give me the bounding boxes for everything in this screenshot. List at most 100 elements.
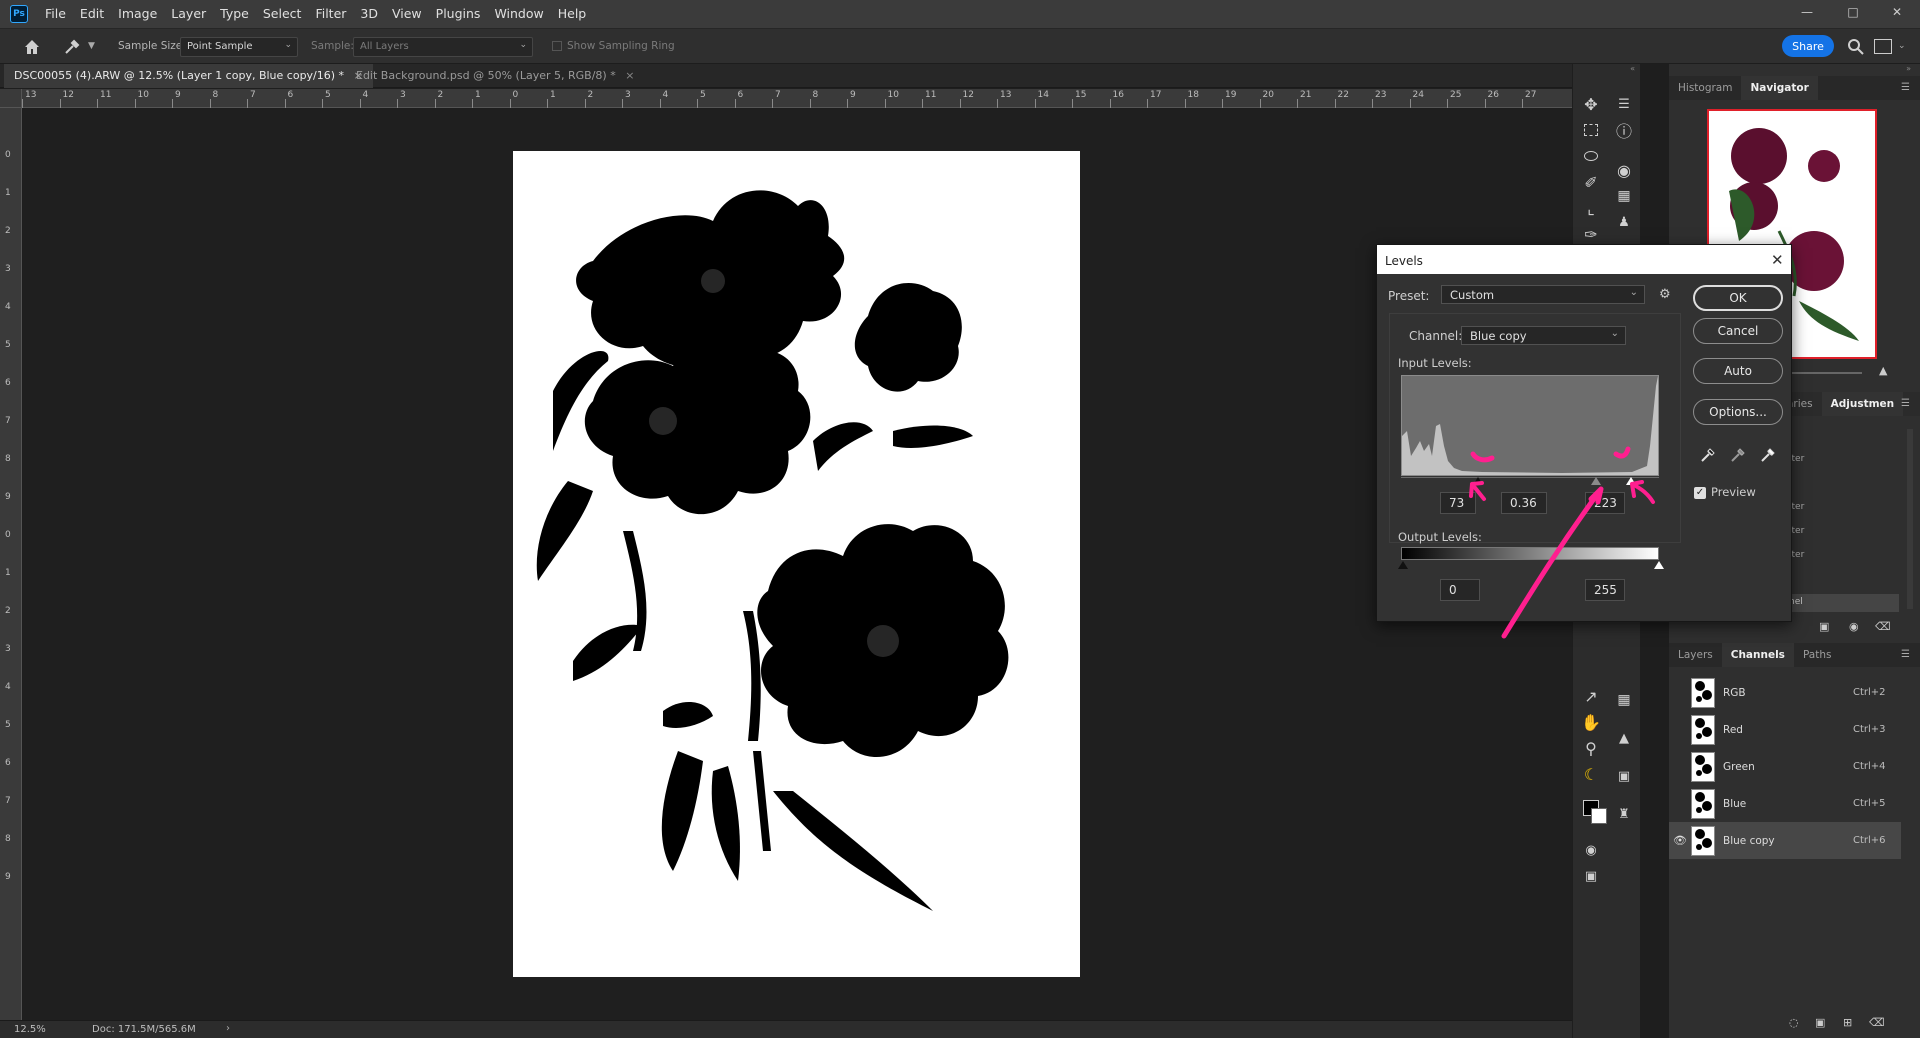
- expand-panels-icon[interactable]: »: [1669, 64, 1920, 74]
- properties-icon[interactable]: ♟: [1611, 210, 1637, 234]
- brush-icon[interactable]: ▲: [1611, 726, 1637, 750]
- channel-shortcut: Ctrl+3: [1853, 724, 1886, 735]
- sampling-ring-checkbox[interactable]: [552, 41, 562, 51]
- ruler-number: 7: [775, 90, 781, 100]
- crop-icon[interactable]: ⌞: [1578, 196, 1604, 220]
- background-color-swatch[interactable]: [1591, 808, 1607, 824]
- annotation-stroke: [1613, 446, 1631, 459]
- ruler-number: 8: [5, 454, 11, 464]
- close-window-icon[interactable]: ✕: [1880, 0, 1914, 24]
- eye-icon[interactable]: 👁: [1669, 834, 1691, 847]
- sample-size-select[interactable]: Point Sample ⌄: [180, 37, 298, 57]
- panel-menu-icon[interactable]: ☰: [1901, 398, 1910, 409]
- tool-preset-chevron-icon[interactable]: ▼: [88, 41, 95, 51]
- share-button[interactable]: Share: [1782, 35, 1834, 57]
- document-info: Doc: 171.5M/565.6M: [92, 1024, 196, 1035]
- channel-row[interactable]: Red Ctrl+3: [1669, 711, 1901, 748]
- ruler-number: 2: [437, 90, 444, 100]
- ruler-tick: [1409, 99, 1411, 108]
- ruler-number: 2: [587, 90, 594, 100]
- camera-icon[interactable]: ◉: [1849, 620, 1859, 633]
- ruler-number: 0: [5, 150, 11, 160]
- menu-item-file[interactable]: File: [38, 0, 73, 28]
- chevron-down-icon: ⌄: [519, 40, 527, 50]
- ruler-number: 4: [5, 302, 11, 312]
- ruler-number: 0: [5, 530, 11, 540]
- menu-item-plugins[interactable]: Plugins: [429, 0, 488, 28]
- channel-row[interactable]: 👁 Blue copy Ctrl+6: [1669, 822, 1901, 859]
- channel-row[interactable]: Blue Ctrl+5: [1669, 785, 1901, 822]
- zoom-level[interactable]: 12.5%: [14, 1024, 46, 1035]
- color-icon[interactable]: ◉: [1611, 158, 1637, 182]
- load-selection-icon[interactable]: ◌: [1789, 1016, 1799, 1029]
- hand-icon[interactable]: ✋: [1578, 710, 1604, 734]
- menu-item-image[interactable]: Image: [111, 0, 164, 28]
- marquee-icon[interactable]: [1578, 118, 1604, 142]
- ruler-number: 3: [5, 264, 11, 274]
- quick-select-icon[interactable]: ✐: [1578, 170, 1604, 194]
- menu-item-select[interactable]: Select: [256, 0, 309, 28]
- adjustments-scrollbar[interactable]: [1907, 429, 1913, 609]
- menu-item-3d[interactable]: 3D: [353, 0, 385, 28]
- menu-item-filter[interactable]: Filter: [308, 0, 353, 28]
- close-tab-icon[interactable]: ×: [625, 69, 634, 82]
- panel-menu-icon[interactable]: ☰: [1901, 82, 1910, 93]
- ruler-origin[interactable]: [0, 89, 22, 108]
- ruler-number: 4: [362, 90, 369, 100]
- info-icon[interactable]: ⓘ: [1611, 118, 1637, 142]
- tab-navigator[interactable]: Navigator: [1741, 76, 1818, 100]
- save-selection-icon[interactable]: ▣: [1815, 1016, 1825, 1029]
- channel-row[interactable]: Green Ctrl+4: [1669, 748, 1901, 785]
- ruler-tick: [209, 99, 211, 108]
- minimize-icon[interactable]: —: [1790, 0, 1824, 24]
- trash-icon[interactable]: ⌫: [1875, 620, 1891, 633]
- sample-value: All Layers: [360, 41, 409, 52]
- panel-menu-icon[interactable]: ☰: [1901, 649, 1910, 660]
- menu-item-type[interactable]: Type: [213, 0, 256, 28]
- home-icon[interactable]: [22, 37, 42, 57]
- menu-item-layer[interactable]: Layer: [164, 0, 213, 28]
- status-expand-icon[interactable]: ›: [226, 1023, 230, 1034]
- new-library-icon[interactable]: ▣: [1819, 620, 1829, 633]
- search-icon[interactable]: [1846, 37, 1866, 57]
- menu-item-help[interactable]: Help: [551, 0, 594, 28]
- move-icon[interactable]: ✥: [1578, 92, 1604, 116]
- grid-icon[interactable]: ▦: [1611, 688, 1637, 712]
- flower-artwork: [536, 190, 1009, 911]
- ruler-tick: [697, 99, 698, 108]
- workspace-chevron-icon[interactable]: ⌄: [1898, 41, 1906, 51]
- adjustments-icon[interactable]: ☰: [1611, 92, 1637, 116]
- tab-document-active[interactable]: DSC00055 (4).ARW @ 12.5% (Layer 1 copy, …: [4, 64, 373, 88]
- lasso-icon[interactable]: [1578, 144, 1604, 168]
- eyedropper-icon[interactable]: [62, 37, 82, 57]
- collapse-panels-icon[interactable]: «: [1573, 64, 1641, 74]
- banana-icon[interactable]: ☾: [1578, 762, 1604, 786]
- zoom-icon[interactable]: ⚲: [1578, 736, 1604, 760]
- document-canvas[interactable]: [513, 151, 1080, 977]
- screen-mode-icon[interactable]: ▣: [1578, 864, 1604, 888]
- workspace-icon[interactable]: [1874, 39, 1892, 54]
- vertical-ruler: 0 1 2 3 4 5 6 7 8 9 0 1 2 3 4 5 6 7 8 9: [0, 108, 22, 1022]
- tab-document-inactive[interactable]: Edit Background.psd @ 50% (Layer 5, RGB/…: [346, 64, 644, 88]
- tab-adjustments[interactable]: Adjustmen: [1821, 392, 1904, 416]
- tab-histogram[interactable]: Histogram: [1669, 76, 1741, 100]
- eyedropper-tool-icon[interactable]: ✑: [1578, 222, 1604, 246]
- menu-item-edit[interactable]: Edit: [73, 0, 111, 28]
- quick-mask-icon[interactable]: ◉: [1578, 838, 1604, 862]
- swatches-icon[interactable]: ▦: [1611, 184, 1637, 208]
- menu-item-view[interactable]: View: [385, 0, 429, 28]
- channel-row[interactable]: RGB Ctrl+2: [1669, 674, 1901, 711]
- trash-icon[interactable]: ⌫: [1869, 1016, 1885, 1029]
- tab-paths[interactable]: Paths: [1794, 643, 1841, 667]
- image-icon[interactable]: ▣: [1611, 764, 1637, 788]
- zoom-in-mountain-icon[interactable]: ▲: [1879, 364, 1887, 377]
- new-channel-icon[interactable]: ⊞: [1843, 1016, 1852, 1029]
- ruler-number: 1: [5, 568, 11, 578]
- sample-select[interactable]: All Layers ⌄: [353, 37, 533, 57]
- pen-select-icon[interactable]: ↗: [1578, 684, 1604, 708]
- library-icon[interactable]: ♜: [1611, 802, 1637, 826]
- maximize-icon[interactable]: □: [1836, 0, 1870, 24]
- ruler-tick: [622, 99, 623, 108]
- ruler-number: 1: [475, 90, 481, 100]
- menu-item-window[interactable]: Window: [487, 0, 550, 28]
